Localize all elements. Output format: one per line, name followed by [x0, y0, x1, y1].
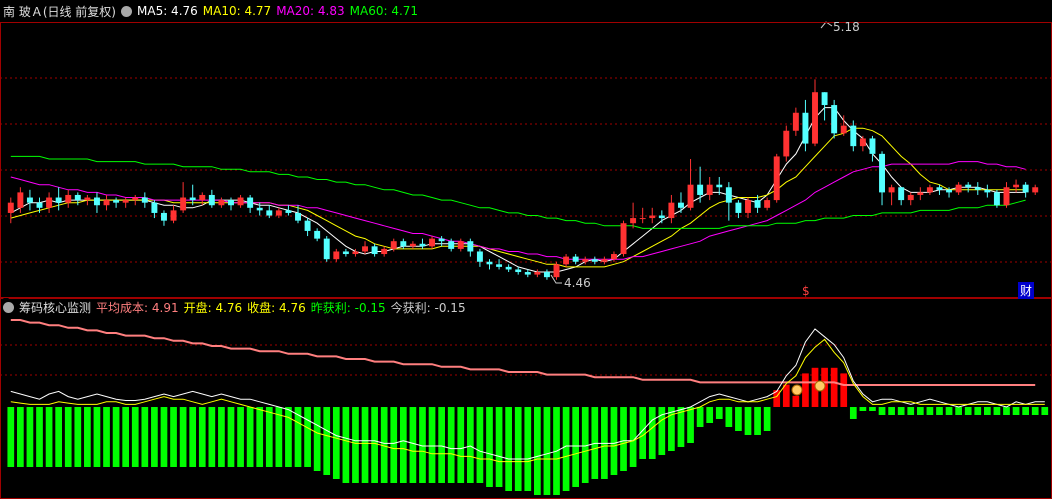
- indicator-header: 筹码核心监测 平均成本: 4.91 开盘: 4.76 收盘: 4.76 昨获利:…: [3, 297, 466, 317]
- ma5-value: MA5: 4.76: [137, 4, 198, 18]
- dollar-marker[interactable]: $: [802, 284, 810, 298]
- today-profit-value: 今获利: -0.15: [390, 300, 466, 315]
- stock-title: 南 玻Ａ(日线 前复权): [3, 4, 116, 19]
- indicator-title: 筹码核心监测: [19, 300, 92, 315]
- indicator-dropdown-icon[interactable]: [3, 301, 14, 313]
- price-header: 南 玻Ａ(日线 前复权) MA5: 4.76 MA10: 4.77 MA20: …: [3, 1, 418, 21]
- close-value: 收盘: 4.76: [247, 300, 306, 315]
- price-panel-frame: [0, 22, 1052, 298]
- indicator-panel-frame: [0, 298, 1052, 499]
- chart-stage: 南 玻Ａ(日线 前复权) MA5: 4.76 MA10: 4.77 MA20: …: [0, 0, 1052, 499]
- avg-cost-value: 平均成本: 4.91: [96, 300, 179, 315]
- open-value: 开盘: 4.76: [183, 300, 243, 315]
- ma20-value: MA20: 4.83: [276, 4, 345, 18]
- high-price-label: 5.18: [833, 20, 860, 34]
- low-price-label: 4.46: [564, 276, 591, 290]
- prev-profit-value: 昨获利: -0.15: [310, 300, 386, 315]
- ma10-value: MA10: 4.77: [202, 4, 272, 18]
- ma60-value: MA60: 4.71: [349, 4, 419, 18]
- finance-marker[interactable]: 财: [1018, 282, 1035, 299]
- dropdown-circle-icon[interactable]: [121, 5, 132, 17]
